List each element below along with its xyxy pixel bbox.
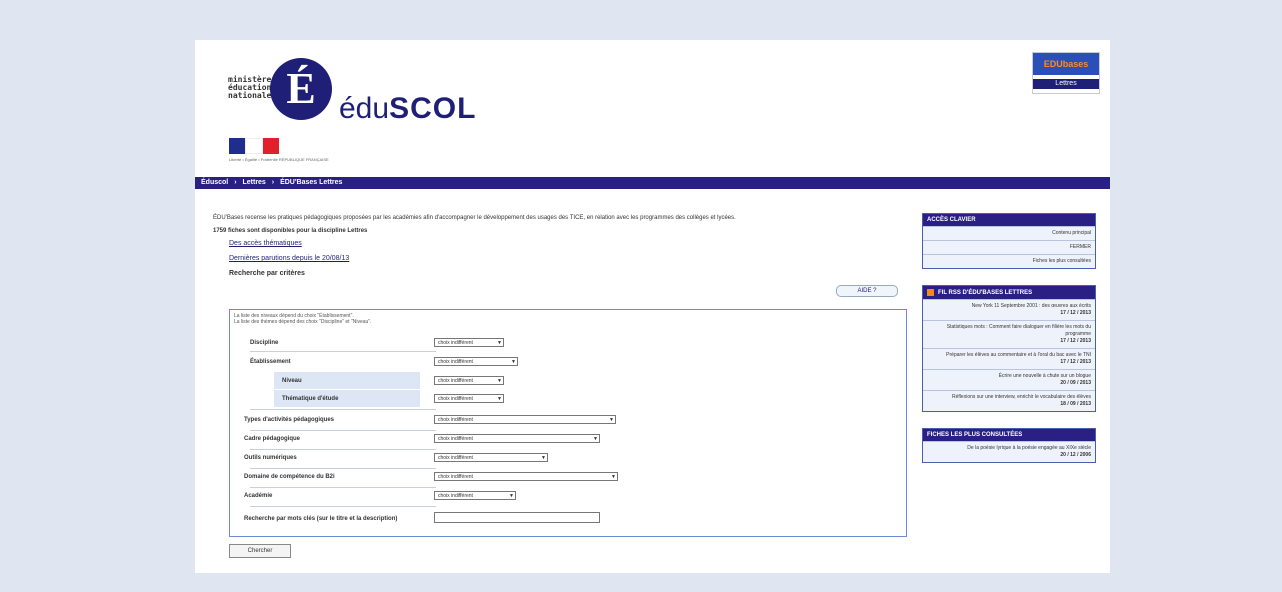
quick-links: Des accès thématiques Dernières parution… xyxy=(229,240,893,262)
outils-select[interactable]: choix indifférent xyxy=(434,453,548,463)
main-content: ÉDU'Bases recense les pratiques pédagogi… xyxy=(213,214,907,537)
etablissement-select[interactable]: choix indifférent xyxy=(434,357,518,367)
acces-clavier-item[interactable]: FERMER xyxy=(923,240,1095,254)
page-container: ministère éducation nationale É éduSCOL … xyxy=(195,40,1110,573)
mots-cles-input[interactable] xyxy=(434,512,600,523)
breadcrumb-lettres[interactable]: Lettres xyxy=(242,179,265,186)
niveau-select[interactable]: choix indifférent xyxy=(434,376,504,386)
thematique-select[interactable]: choix indifférent xyxy=(434,394,504,404)
link-dernieres-parutions[interactable]: Dernières parutions depuis le 20/08/13 xyxy=(229,255,893,262)
row-niveau: Niveau xyxy=(282,378,302,384)
rss-item[interactable]: Statistiques mots : Comment faire dialog… xyxy=(923,320,1095,349)
rss-icon[interactable] xyxy=(927,289,934,296)
row-discipline: Discipline xyxy=(250,340,279,346)
criteria-form: La liste des niveaux dépend du choix "Ét… xyxy=(229,309,907,537)
ministry-logo-text: ministère éducation nationale xyxy=(228,75,272,100)
breadcrumb-separator: › xyxy=(271,179,275,186)
rss-box: FIL RSS D'ÉDU'BASES LETTRES New York 11 … xyxy=(922,285,1096,413)
cadre-select[interactable]: choix indifférent xyxy=(434,434,600,444)
discipline-select[interactable]: choix indifférent xyxy=(434,338,504,348)
rss-item[interactable]: Réflexions sur une interview, enrichir l… xyxy=(923,390,1095,412)
breadcrumb-eduscol[interactable]: Éduscol xyxy=(201,179,228,186)
rss-title: FIL RSS D'ÉDU'BASES LETTRES xyxy=(923,286,1095,300)
breadcrumb-edubases[interactable]: ÉDU'Bases Lettres xyxy=(280,179,342,186)
row-thematique: Thématique d'étude xyxy=(282,396,339,402)
row-domaine-b2i: Domaine de compétence du B2i xyxy=(244,474,335,480)
eduscol-logo-text[interactable]: éduSCOL xyxy=(339,92,476,126)
row-types-activite: Types d'activités pédagogiques xyxy=(244,417,335,423)
plus-consultees-title: FICHES LES PLUS CONSULTÉES xyxy=(923,429,1095,442)
row-outils: Outils numériques xyxy=(244,455,297,461)
row-etablissement: Établissement xyxy=(250,359,291,365)
eduscol-logo-icon[interactable]: É xyxy=(270,58,332,120)
edubases-badge[interactable]: EDUbases Lettres xyxy=(1032,52,1100,94)
acces-clavier-title: ACCÈS CLAVIER xyxy=(923,214,1095,226)
breadcrumb: Éduscol › Lettres › ÉDU'Bases Lettres xyxy=(195,177,1110,189)
aide-button[interactable]: AIDE ? xyxy=(836,285,898,297)
row-academie: Académie xyxy=(244,493,273,499)
form-hint: La liste des niveaux dépend du choix "Ét… xyxy=(234,313,372,325)
sidebar: ACCÈS CLAVIER Contenu principal FERMER F… xyxy=(922,213,1096,479)
acces-clavier-item[interactable]: Contenu principal xyxy=(923,226,1095,240)
rss-item[interactable]: New York 11 Septembre 2001 : des œuvres … xyxy=(923,299,1095,321)
intro-text: ÉDU'Bases recense les pratiques pédagogi… xyxy=(213,215,736,221)
acces-clavier-box: ACCÈS CLAVIER Contenu principal FERMER F… xyxy=(922,213,1096,269)
plus-consultees-box: FICHES LES PLUS CONSULTÉES De la poésie … xyxy=(922,428,1096,464)
fiches-count: 1759 fiches sont disponibles pour la dis… xyxy=(213,228,368,234)
link-acces-thematiques[interactable]: Des accès thématiques xyxy=(229,240,893,247)
types-activite-select[interactable]: choix indifférent xyxy=(434,415,616,425)
french-flag-icon xyxy=(229,138,279,154)
breadcrumb-separator: › xyxy=(234,179,237,186)
acces-clavier-item[interactable]: Fiches les plus consultées xyxy=(923,254,1095,268)
republic-caption: Liberté • Égalité • Fraternité RÉPUBLIQU… xyxy=(229,157,329,162)
domaine-b2i-select[interactable]: choix indifférent xyxy=(434,472,618,482)
consultee-item[interactable]: De la poésie lyrique à la poésie engagée… xyxy=(923,441,1095,463)
search-button[interactable]: Chercher xyxy=(229,544,291,558)
academie-select[interactable]: choix indifférent xyxy=(434,491,516,501)
row-mots-cles: Recherche par mots clés (sur le titre et… xyxy=(244,516,398,522)
criteria-heading: Recherche par critères xyxy=(229,270,305,277)
row-cadre: Cadre pédagogique xyxy=(244,436,301,442)
site-header: ministère éducation nationale É éduSCOL … xyxy=(195,40,1110,177)
rss-item[interactable]: Écrire une nouvelle à chute sur un blogu… xyxy=(923,369,1095,391)
rss-item[interactable]: Préparer les élèves au commentaire et à … xyxy=(923,348,1095,370)
